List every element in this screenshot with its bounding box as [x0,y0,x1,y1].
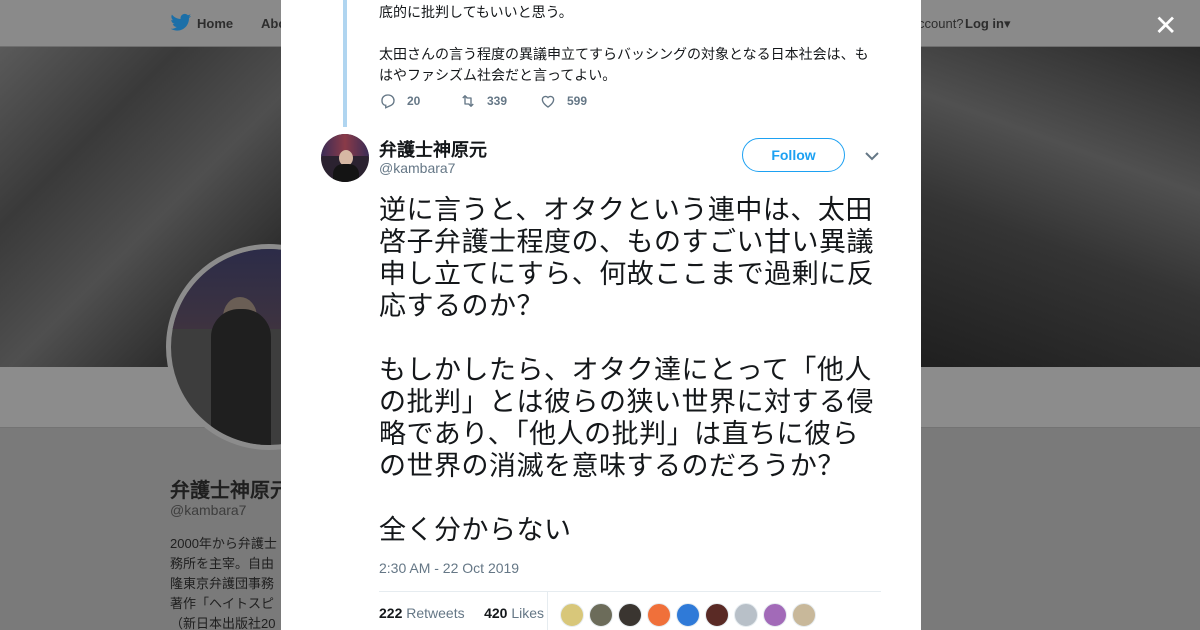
tweet-timestamp[interactable]: 2:30 AM - 22 Oct 2019 [379,560,519,576]
liker-avatar[interactable] [560,603,584,627]
likes-stat[interactable]: 420 Likes [484,605,544,621]
retweets-count: 222 [379,605,403,621]
divider [379,591,881,592]
thread-line [343,0,347,127]
tweet-stats: 222 Retweets 420 Likes [379,605,544,621]
retweets-label: Retweets [406,605,465,621]
likes-count: 420 [484,605,508,621]
retweets-stat[interactable]: 222 Retweets [379,605,465,621]
close-icon[interactable]: ✕ [1154,12,1177,40]
liker-avatar[interactable] [734,603,758,627]
author-name[interactable]: 弁護士神原元 [379,136,487,162]
banner-photo-right [921,47,1200,367]
liker-avatar[interactable] [705,603,729,627]
liker-avatar[interactable] [589,603,613,627]
liker-avatar[interactable] [647,603,671,627]
chevron-down-icon[interactable] [864,150,880,162]
author-avatar[interactable] [321,134,369,182]
heart-icon [541,95,555,108]
stats-separator [547,592,548,630]
retweet-count: 339 [487,94,508,108]
profile-bio: 2000年から弁護士 務所を主宰。自由 隆東京弁護団事務 著作「ヘイトスピ （新… [170,536,277,630]
profile-name: 弁護士神原元 [170,480,290,502]
liker-avatar[interactable] [763,603,787,627]
likes-label: Likes [511,605,544,621]
reply-icon [381,94,395,109]
reply-count: 20 [407,94,421,108]
caret-down-icon: ▾ [1004,16,1011,31]
liker-avatar[interactable] [618,603,642,627]
reply-button[interactable]: 20 [379,92,420,110]
follow-button[interactable]: Follow [742,138,845,172]
previous-tweet-text: 底的に批判してもいいと思う。 太田さんの言う程度の異議申立てすらバッシングの対象… [379,4,869,83]
liker-avatar[interactable] [676,603,700,627]
previous-tweet-actions: 20 339 599 [379,92,679,112]
liker-avatars [560,603,816,627]
tweet-text: 逆に言うと、オタクという連中は、太田啓子弁護士程度の、ものすごい甘い異議申し立て… [379,195,875,545]
nav-home-link[interactable]: Home [197,16,233,31]
author-handle[interactable]: @kambara7 [379,160,455,176]
retweet-button[interactable]: 339 [459,92,507,110]
like-count: 599 [567,94,588,108]
like-button[interactable]: 599 [539,92,587,110]
login-label: Log in [965,16,1004,31]
liker-avatar[interactable] [792,603,816,627]
nav-account-text: ccount? [918,16,964,31]
tweet-modal: 底的に批判してもいいと思う。 太田さんの言う程度の異議申立てすらバッシングの対象… [281,0,921,630]
profile-handle: @kambara7 [170,502,247,518]
nav-login-link[interactable]: Log in▾ [965,16,1011,32]
twitter-bird-icon[interactable] [170,13,192,33]
retweet-icon [462,95,474,107]
